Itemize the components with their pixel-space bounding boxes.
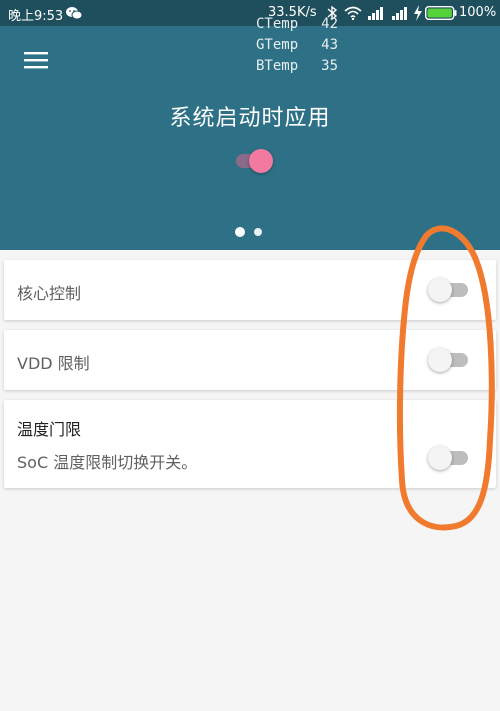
temp-row-ctemp: CTemp 42: [256, 14, 338, 35]
temp-row-btemp: BTemp 35: [256, 56, 338, 77]
charging-icon: [414, 5, 422, 21]
setting-subtitle: SoC 温度限制切换开关。: [17, 453, 198, 472]
wechat-icon: [66, 7, 82, 20]
page-title: 系统启动时应用: [169, 106, 331, 131]
battery-percent: 100%: [459, 5, 497, 20]
battery-icon: [425, 6, 457, 20]
temp-value: 42: [321, 16, 338, 32]
signal-icon: [392, 7, 407, 20]
temp-label: GTemp: [256, 37, 299, 53]
temp-label: BTemp: [256, 58, 299, 74]
temperature-overlay: CTemp 42 GTemp 43 BTemp 35: [256, 14, 338, 77]
toggle-thumb: [249, 149, 273, 173]
app-header: 晚上9:53 33.5K/s 100% CTemp 42 GTemp 43 BT…: [0, 0, 500, 250]
page-dot[interactable]: [254, 228, 262, 236]
temp-label: CTemp: [256, 16, 299, 32]
temp-row-gtemp: GTemp 43: [256, 35, 338, 56]
orange-annotation-loop: [396, 225, 495, 531]
page-dot-active[interactable]: [235, 227, 245, 237]
menu-icon[interactable]: [24, 50, 48, 70]
boot-apply-toggle[interactable]: [232, 147, 280, 175]
temp-value: 35: [321, 58, 338, 74]
temp-value: 43: [321, 37, 338, 53]
status-time: 晚上9:53: [8, 9, 64, 24]
setting-label: VDD 限制: [17, 354, 90, 373]
setting-label: 核心控制: [17, 284, 82, 303]
wifi-icon: [344, 6, 362, 20]
signal-icon: [368, 7, 383, 20]
status-bar: 晚上9:53 33.5K/s 100%: [0, 0, 500, 26]
setting-title: 温度门限: [17, 420, 82, 439]
